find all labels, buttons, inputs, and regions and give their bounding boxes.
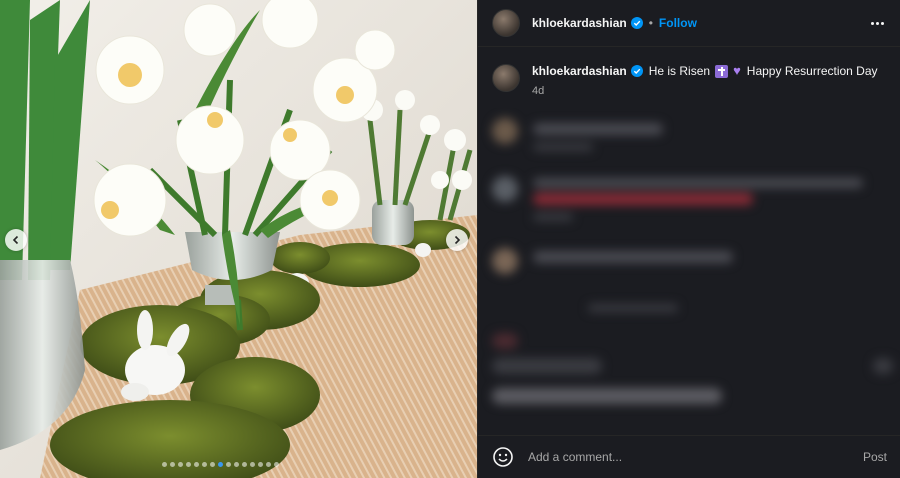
caption-username[interactable]: khloekardashian [532, 63, 627, 79]
carousel-dot [170, 462, 175, 467]
carousel-previous-button[interactable] [5, 229, 27, 251]
carousel-next-button[interactable] [446, 229, 468, 251]
carousel-dot [242, 462, 247, 467]
post-modal: khloekardashian • Follow khloekardashian… [0, 0, 900, 478]
emoji-icon[interactable] [492, 446, 514, 468]
caption-text-part1: He is Risen [648, 64, 711, 78]
post-side-panel: khloekardashian • Follow khloekardashian… [477, 0, 900, 478]
comment-composer: Post [478, 435, 900, 478]
comment-input[interactable] [526, 449, 863, 465]
header-separator: • [648, 16, 653, 30]
carousel-dot [202, 462, 207, 467]
follow-button[interactable]: Follow [659, 16, 697, 30]
carousel-indicator [162, 462, 279, 467]
carousel-dot [186, 462, 191, 467]
carousel-dot [162, 462, 167, 467]
carousel-dot [258, 462, 263, 467]
carousel-dot [226, 462, 231, 467]
author-avatar[interactable] [492, 9, 520, 37]
carousel-dot [178, 462, 183, 467]
post-photo [0, 0, 477, 478]
purple-heart-emoji-icon: ♥ [733, 63, 741, 78]
chevron-left-icon [12, 235, 19, 245]
carousel-dot [218, 462, 223, 467]
post-header: khloekardashian • Follow [478, 0, 900, 47]
carousel-dot [250, 462, 255, 467]
carousel-dot [234, 462, 239, 467]
post-media [0, 0, 477, 478]
post-caption: khloekardashian He is Risen ♥ Happy Resu… [478, 47, 900, 97]
verified-badge-icon [630, 65, 643, 77]
carousel-dot [266, 462, 271, 467]
post-timestamp: 4d [532, 85, 545, 97]
more-options-icon[interactable] [867, 18, 888, 29]
carousel-dot [210, 462, 215, 467]
chevron-right-icon [454, 235, 461, 245]
carousel-dot [274, 462, 279, 467]
blurred-comments [478, 108, 900, 428]
carousel-dot [194, 462, 199, 467]
caption-text-part2: Happy Resurrection Day [746, 64, 878, 78]
author-username[interactable]: khloekardashian [532, 16, 627, 30]
verified-badge-icon [630, 17, 643, 29]
caption-avatar[interactable] [492, 64, 520, 92]
latin-cross-emoji-icon [715, 64, 729, 78]
post-comment-button[interactable]: Post [863, 450, 887, 464]
